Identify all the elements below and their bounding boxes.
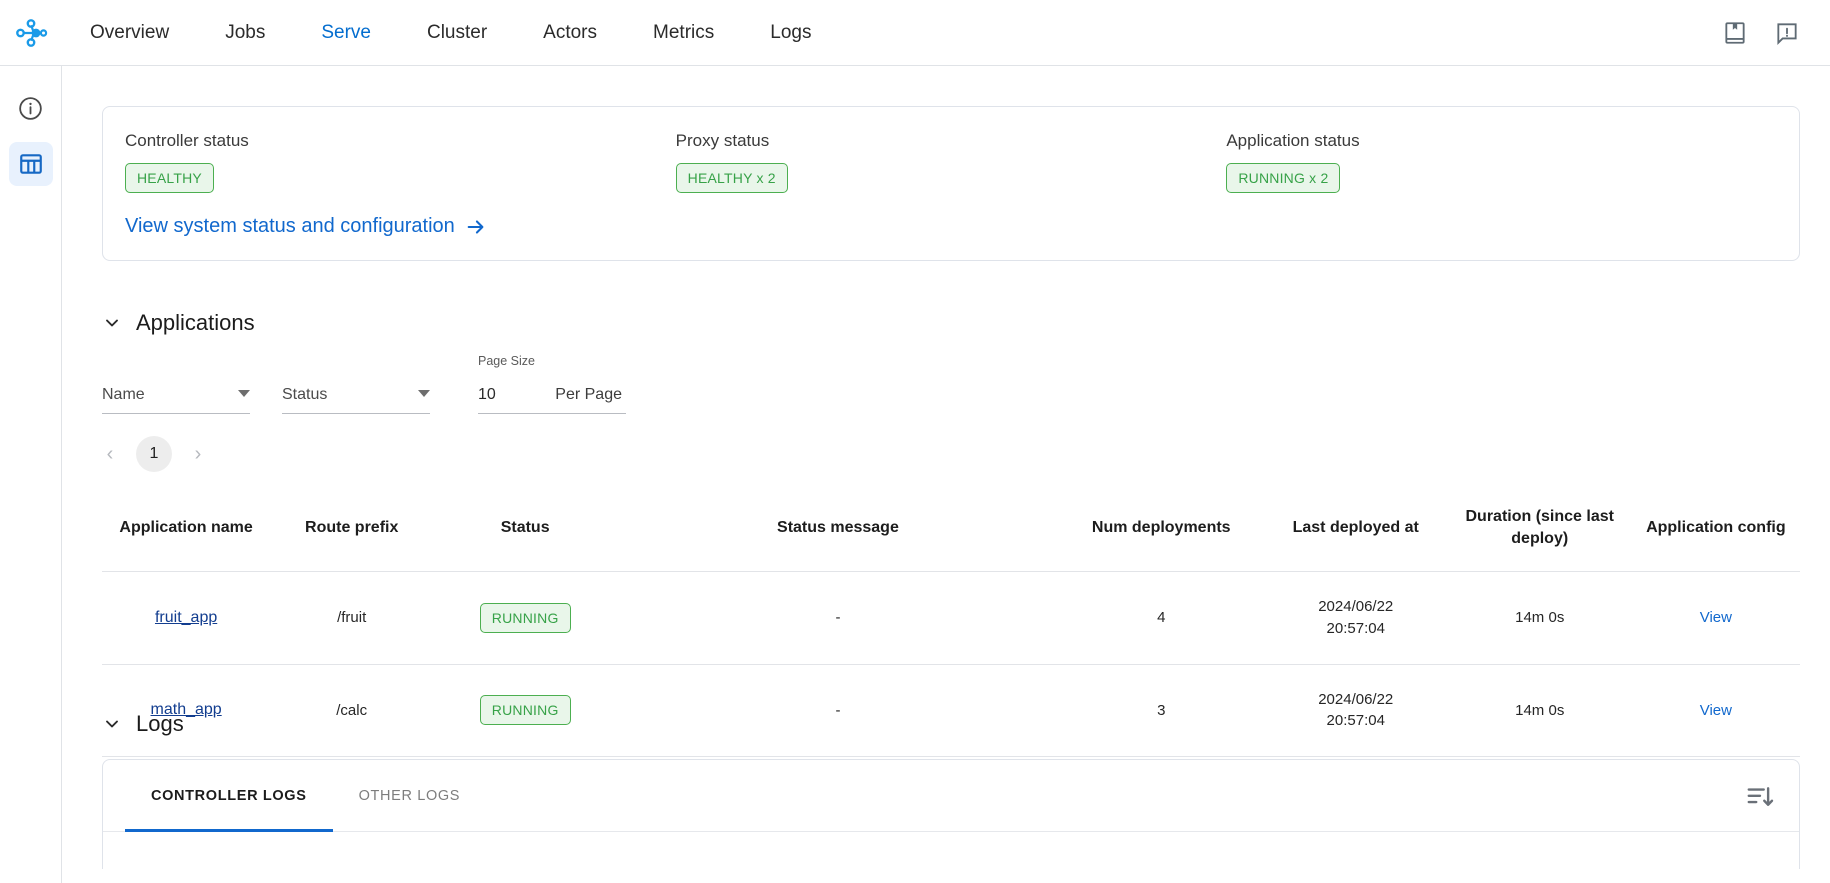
pagination-prev-button[interactable]: ‹ bbox=[102, 443, 118, 466]
sort-descending-icon[interactable] bbox=[1745, 782, 1775, 812]
logs-title: Logs bbox=[136, 711, 184, 737]
view-config-link[interactable]: View bbox=[1700, 609, 1732, 626]
logs-card: CONTROLLER LOGS OTHER LOGS bbox=[102, 759, 1800, 869]
logs-section: Logs CONTROLLER LOGS OTHER LOGS bbox=[102, 711, 1800, 869]
pagination-next-button[interactable]: › bbox=[190, 443, 206, 466]
applications-section: Applications Name Status Page Size 10 Pe… bbox=[102, 310, 1800, 757]
table-header-row: Application name Route prefix Status Sta… bbox=[102, 492, 1800, 572]
nav-item-cluster[interactable]: Cluster bbox=[399, 0, 515, 66]
logs-tabs: CONTROLLER LOGS OTHER LOGS bbox=[103, 760, 1799, 832]
top-navigation-bar: Overview Jobs Serve Cluster Actors Metri… bbox=[0, 0, 1830, 66]
last-deployed-date: 2024/06/22 bbox=[1270, 689, 1442, 711]
page-size-field[interactable]: Page Size 10 Per Page bbox=[478, 376, 626, 414]
controller-status-label: Controller status bbox=[125, 131, 676, 151]
pagination: ‹ 1 › bbox=[102, 436, 1800, 472]
rail-item-serve-table[interactable] bbox=[9, 142, 53, 186]
col-num-deployments: Num deployments bbox=[1059, 492, 1264, 572]
application-status-label: Application status bbox=[1226, 131, 1777, 151]
chevron-down-icon bbox=[102, 313, 122, 333]
col-status: Status bbox=[433, 492, 617, 572]
status-badge: RUNNING bbox=[480, 603, 571, 633]
chevron-down-icon bbox=[102, 714, 122, 734]
nav-items: Overview Jobs Serve Cluster Actors Metri… bbox=[62, 0, 839, 66]
last-deployed-date: 2024/06/22 bbox=[1270, 596, 1442, 618]
controller-status-badge: HEALTHY bbox=[125, 163, 214, 193]
col-application-config: Application config bbox=[1632, 492, 1800, 572]
main-content: Controller status HEALTHY Proxy status H… bbox=[62, 66, 1830, 883]
page-size-suffix: Per Page bbox=[555, 386, 626, 404]
proxy-status-badge: HEALTHY x 2 bbox=[676, 163, 788, 193]
controller-status-block: Controller status HEALTHY bbox=[125, 131, 676, 193]
cell-status-message: - bbox=[617, 572, 1059, 665]
tab-other-logs[interactable]: OTHER LOGS bbox=[333, 760, 487, 832]
nav-item-overview[interactable]: Overview bbox=[62, 0, 197, 66]
status-filter-value: Status bbox=[282, 386, 327, 404]
book-icon[interactable] bbox=[1722, 20, 1748, 46]
cell-num-deployments: 4 bbox=[1059, 572, 1264, 665]
applications-filters: Name Status Page Size 10 Per Page bbox=[102, 362, 1800, 414]
cell-duration: 14m 0s bbox=[1448, 572, 1632, 665]
left-rail bbox=[0, 66, 62, 883]
status-columns: Controller status HEALTHY Proxy status H… bbox=[125, 131, 1777, 193]
chevron-down-icon bbox=[418, 390, 430, 397]
applications-title: Applications bbox=[136, 310, 255, 336]
nav-item-metrics[interactable]: Metrics bbox=[625, 0, 742, 66]
cell-last-deployed-at: 2024/06/22 20:57:04 bbox=[1264, 572, 1448, 665]
chevron-down-icon bbox=[238, 390, 250, 397]
ray-logo-icon[interactable] bbox=[0, 16, 62, 50]
nav-right-actions bbox=[1722, 20, 1830, 46]
last-deployed-time: 20:57:04 bbox=[1270, 618, 1442, 640]
arrow-right-icon bbox=[465, 216, 487, 238]
proxy-status-label: Proxy status bbox=[676, 131, 1227, 151]
serve-system-status-card: Controller status HEALTHY Proxy status H… bbox=[102, 106, 1800, 261]
cell-application-config: View bbox=[1632, 572, 1800, 665]
view-system-status-label: View system status and configuration bbox=[125, 215, 455, 238]
rail-item-info[interactable] bbox=[9, 86, 53, 130]
name-filter-value: Name bbox=[102, 386, 145, 404]
feedback-icon[interactable] bbox=[1774, 20, 1800, 46]
col-duration: Duration (since last deploy) bbox=[1448, 492, 1632, 572]
nav-item-jobs[interactable]: Jobs bbox=[197, 0, 293, 66]
tab-controller-logs[interactable]: CONTROLLER LOGS bbox=[125, 760, 333, 832]
nav-item-logs[interactable]: Logs bbox=[742, 0, 839, 66]
proxy-status-block: Proxy status HEALTHY x 2 bbox=[676, 131, 1227, 193]
col-application-name: Application name bbox=[102, 492, 270, 572]
col-status-message: Status message bbox=[617, 492, 1059, 572]
name-filter-select[interactable]: Name bbox=[102, 376, 250, 414]
nav-item-actors[interactable]: Actors bbox=[515, 0, 625, 66]
table-row: fruit_app /fruit RUNNING - 4 2024/06/22 … bbox=[102, 572, 1800, 665]
col-last-deployed-at: Last deployed at bbox=[1264, 492, 1448, 572]
page-size-input[interactable]: 10 bbox=[478, 386, 496, 404]
col-route-prefix: Route prefix bbox=[270, 492, 433, 572]
cell-application-name: fruit_app bbox=[102, 572, 270, 665]
nav-item-serve[interactable]: Serve bbox=[293, 0, 399, 66]
applications-section-header[interactable]: Applications bbox=[102, 310, 1800, 336]
application-link-fruit-app[interactable]: fruit_app bbox=[155, 609, 217, 626]
page-size-label: Page Size bbox=[478, 354, 535, 368]
cell-route-prefix: /fruit bbox=[270, 572, 433, 665]
cell-status: RUNNING bbox=[433, 572, 617, 665]
pagination-page-1[interactable]: 1 bbox=[136, 436, 172, 472]
status-filter-select[interactable]: Status bbox=[282, 376, 430, 414]
view-system-status-link[interactable]: View system status and configuration bbox=[125, 215, 1777, 238]
application-status-block: Application status RUNNING x 2 bbox=[1226, 131, 1777, 193]
logs-section-header[interactable]: Logs bbox=[102, 711, 1800, 737]
application-status-badge: RUNNING x 2 bbox=[1226, 163, 1340, 193]
